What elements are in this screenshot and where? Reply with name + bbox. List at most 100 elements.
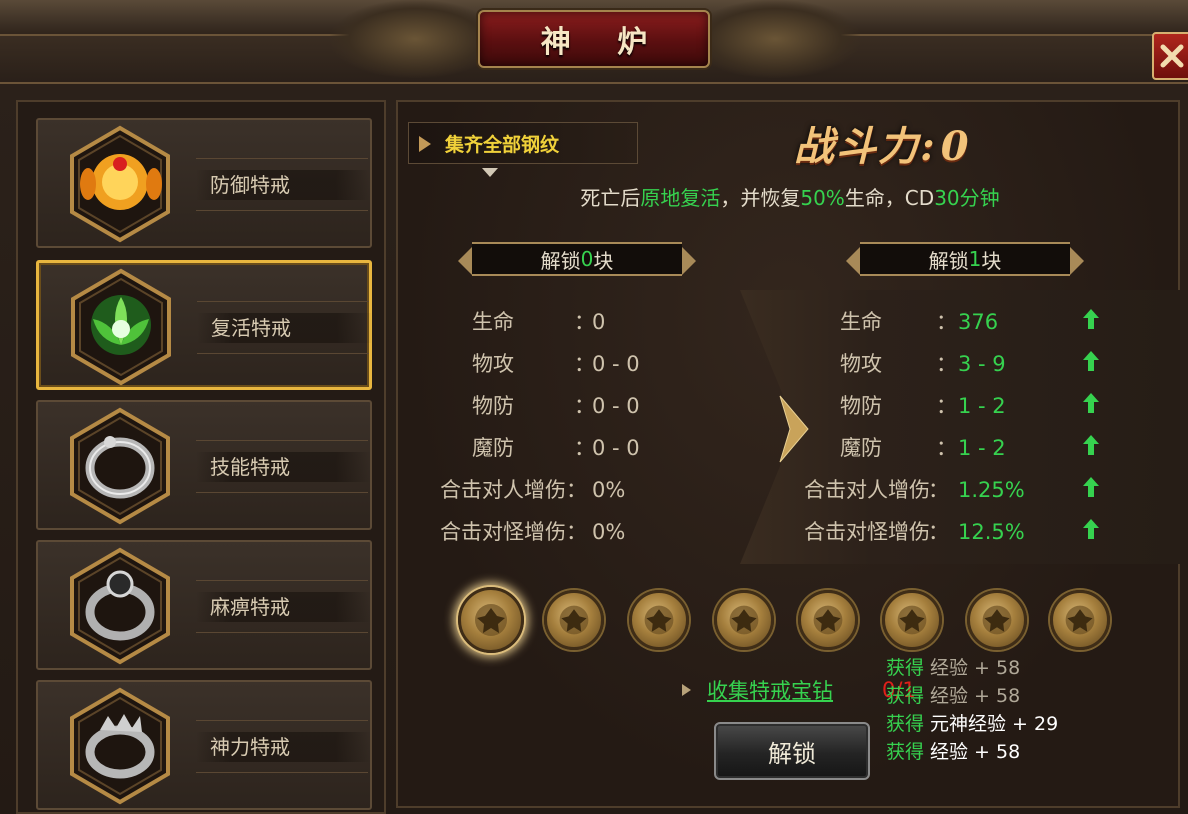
gem-emblem-icon bbox=[813, 605, 843, 635]
play-triangle-icon bbox=[682, 684, 691, 696]
stat-row-next-mdef: 魔防 ： 1 - 2 bbox=[768, 428, 1108, 468]
arrow-up-icon bbox=[1083, 393, 1099, 413]
combat-power-value: 0 bbox=[940, 123, 969, 170]
description-text: ，并恢复 bbox=[720, 186, 801, 210]
divider bbox=[196, 210, 368, 211]
stat-row-next-pve: 合击对怪增伤 ： 12.5% bbox=[768, 512, 1108, 552]
stat-value: 376 bbox=[958, 310, 999, 334]
unlock-count: 1 bbox=[968, 247, 982, 271]
stat-row-current-pve: 合击对怪增伤 ： 0% bbox=[398, 512, 738, 552]
unlock-count: 0 bbox=[580, 247, 594, 271]
gem-emblem-icon bbox=[559, 605, 589, 635]
stat-value: 1.25% bbox=[958, 478, 1025, 502]
window-title: 神 炉 bbox=[540, 25, 666, 60]
ring-effect-description: 死亡后原地复活，并恢复50%生命，CD30分钟 bbox=[398, 182, 1182, 211]
dragon-ornament-left bbox=[330, 0, 500, 78]
stat-colon: ： bbox=[936, 394, 957, 418]
collect-gem-link-text: 收集特戒宝钻 bbox=[707, 679, 833, 703]
stat-value: 0% bbox=[592, 520, 626, 544]
stat-name: 物防 bbox=[472, 394, 514, 418]
stat-colon: ： bbox=[566, 478, 587, 502]
gem-emblem-icon bbox=[1065, 605, 1095, 635]
divider bbox=[196, 772, 368, 773]
stat-colon: ： bbox=[936, 436, 957, 460]
combat-power: 战斗力: 0 bbox=[794, 114, 969, 176]
arrow-up-icon bbox=[1083, 519, 1099, 539]
combat-power-label: 战斗力: bbox=[794, 123, 937, 170]
current-unlock-banner: 解锁 0 块 bbox=[458, 242, 696, 276]
stat-name: 物攻 bbox=[472, 352, 514, 376]
stat-name: 合击对怪增伤 bbox=[804, 520, 930, 544]
gem-slot-3[interactable] bbox=[629, 590, 689, 650]
silver-ring-icon bbox=[70, 407, 170, 525]
divider bbox=[196, 440, 368, 441]
unlock-button[interactable]: 解锁 bbox=[714, 722, 870, 780]
stat-value: 0 - 0 bbox=[592, 394, 640, 418]
arrow-up-icon bbox=[1083, 309, 1099, 329]
stat-name: 生命 bbox=[840, 310, 882, 334]
divider bbox=[196, 580, 368, 581]
green-lotus-ring-icon bbox=[71, 268, 171, 386]
divider bbox=[196, 158, 368, 159]
reward-text: 元神经验 + 29 bbox=[930, 713, 1059, 735]
unlock-suffix: 块 bbox=[593, 248, 614, 273]
close-button[interactable] bbox=[1152, 32, 1188, 80]
gem-slot-4[interactable] bbox=[714, 590, 774, 650]
reward-key: 获得 bbox=[886, 741, 925, 763]
stat-value: 0 - 0 bbox=[592, 436, 640, 460]
stat-name: 魔防 bbox=[840, 436, 882, 460]
gem-slot-5[interactable] bbox=[798, 590, 858, 650]
reward-text: 经验 + 58 bbox=[930, 657, 1021, 679]
stat-value: 3 - 9 bbox=[958, 352, 1006, 376]
stat-value: 0% bbox=[592, 478, 626, 502]
description-text: 死亡后 bbox=[580, 186, 641, 210]
collect-all-text: 集齐全部钢纹 bbox=[445, 133, 560, 156]
gem-slot-1[interactable] bbox=[458, 587, 524, 653]
stat-name: 物攻 bbox=[840, 352, 882, 376]
dragon-ornament-right bbox=[690, 0, 860, 78]
unlock-suffix: 块 bbox=[981, 248, 1002, 273]
next-unlock-banner: 解锁 1 块 bbox=[846, 242, 1084, 276]
stat-colon: ： bbox=[936, 352, 957, 376]
stat-name: 合击对人增伤 bbox=[440, 478, 566, 502]
ring-item-skill[interactable]: 技能特戒 bbox=[36, 400, 372, 530]
divider bbox=[196, 632, 368, 633]
stat-value: 1 - 2 bbox=[958, 436, 1006, 460]
gem-slot-8[interactable] bbox=[1050, 590, 1110, 650]
reward-feed: 获得 经验 + 58 获得 经验 + 58 获得 元神经验 + 29 获得 经验 + 5… bbox=[886, 654, 1186, 766]
gem-emblem-icon bbox=[729, 605, 759, 635]
title-plate: 神 炉 bbox=[478, 10, 710, 68]
stat-value: 0 bbox=[592, 310, 606, 334]
stat-name: 魔防 bbox=[472, 436, 514, 460]
divider bbox=[197, 301, 369, 302]
arrow-up-icon bbox=[1083, 435, 1099, 455]
description-highlight: 原地复活 bbox=[640, 186, 721, 210]
unlock-prefix: 解锁 bbox=[540, 248, 581, 273]
stat-name: 合击对怪增伤 bbox=[440, 520, 566, 544]
reward-key: 获得 bbox=[886, 685, 925, 707]
collect-all-tag: 集齐全部钢纹 bbox=[408, 122, 638, 164]
ring-item-label: 技能特戒 bbox=[196, 452, 371, 482]
stat-row-current-def: 物防 ： 0 - 0 bbox=[398, 386, 738, 426]
stat-row-current-pvp: 合击对人增伤 ： 0% bbox=[398, 470, 738, 510]
gem-slot-7[interactable] bbox=[967, 590, 1027, 650]
stat-value: 1 - 2 bbox=[958, 394, 1006, 418]
stat-row-current-mdef: 魔防 ： 0 - 0 bbox=[398, 428, 738, 468]
gem-slot-2[interactable] bbox=[544, 590, 604, 650]
ring-item-defense[interactable]: 防御特戒 bbox=[36, 118, 372, 248]
ring-item-label: 复活特戒 bbox=[197, 313, 372, 343]
description-highlight: 50% bbox=[800, 186, 845, 210]
stat-name: 合击对人增伤 bbox=[804, 478, 930, 502]
stat-colon: ： bbox=[566, 520, 587, 544]
gem-slot-6[interactable] bbox=[882, 590, 942, 650]
reward-line: 获得 元神经验 + 29 bbox=[886, 710, 1186, 738]
jeweled-ring-icon bbox=[70, 547, 170, 665]
stat-row-next-def: 物防 ： 1 - 2 bbox=[768, 386, 1108, 426]
unlock-prefix: 解锁 bbox=[928, 248, 969, 273]
collect-gem-link[interactable]: 收集特戒宝钻 bbox=[682, 674, 833, 706]
reward-line: 获得 经验 + 58 bbox=[886, 682, 1186, 710]
ring-item-divine[interactable]: 神力特戒 bbox=[36, 680, 372, 810]
ring-item-revive[interactable]: 复活特戒 bbox=[36, 260, 372, 390]
stat-row-current-hp: 生命 ： 0 bbox=[398, 302, 738, 342]
ring-item-paralysis[interactable]: 麻痹特戒 bbox=[36, 540, 372, 670]
